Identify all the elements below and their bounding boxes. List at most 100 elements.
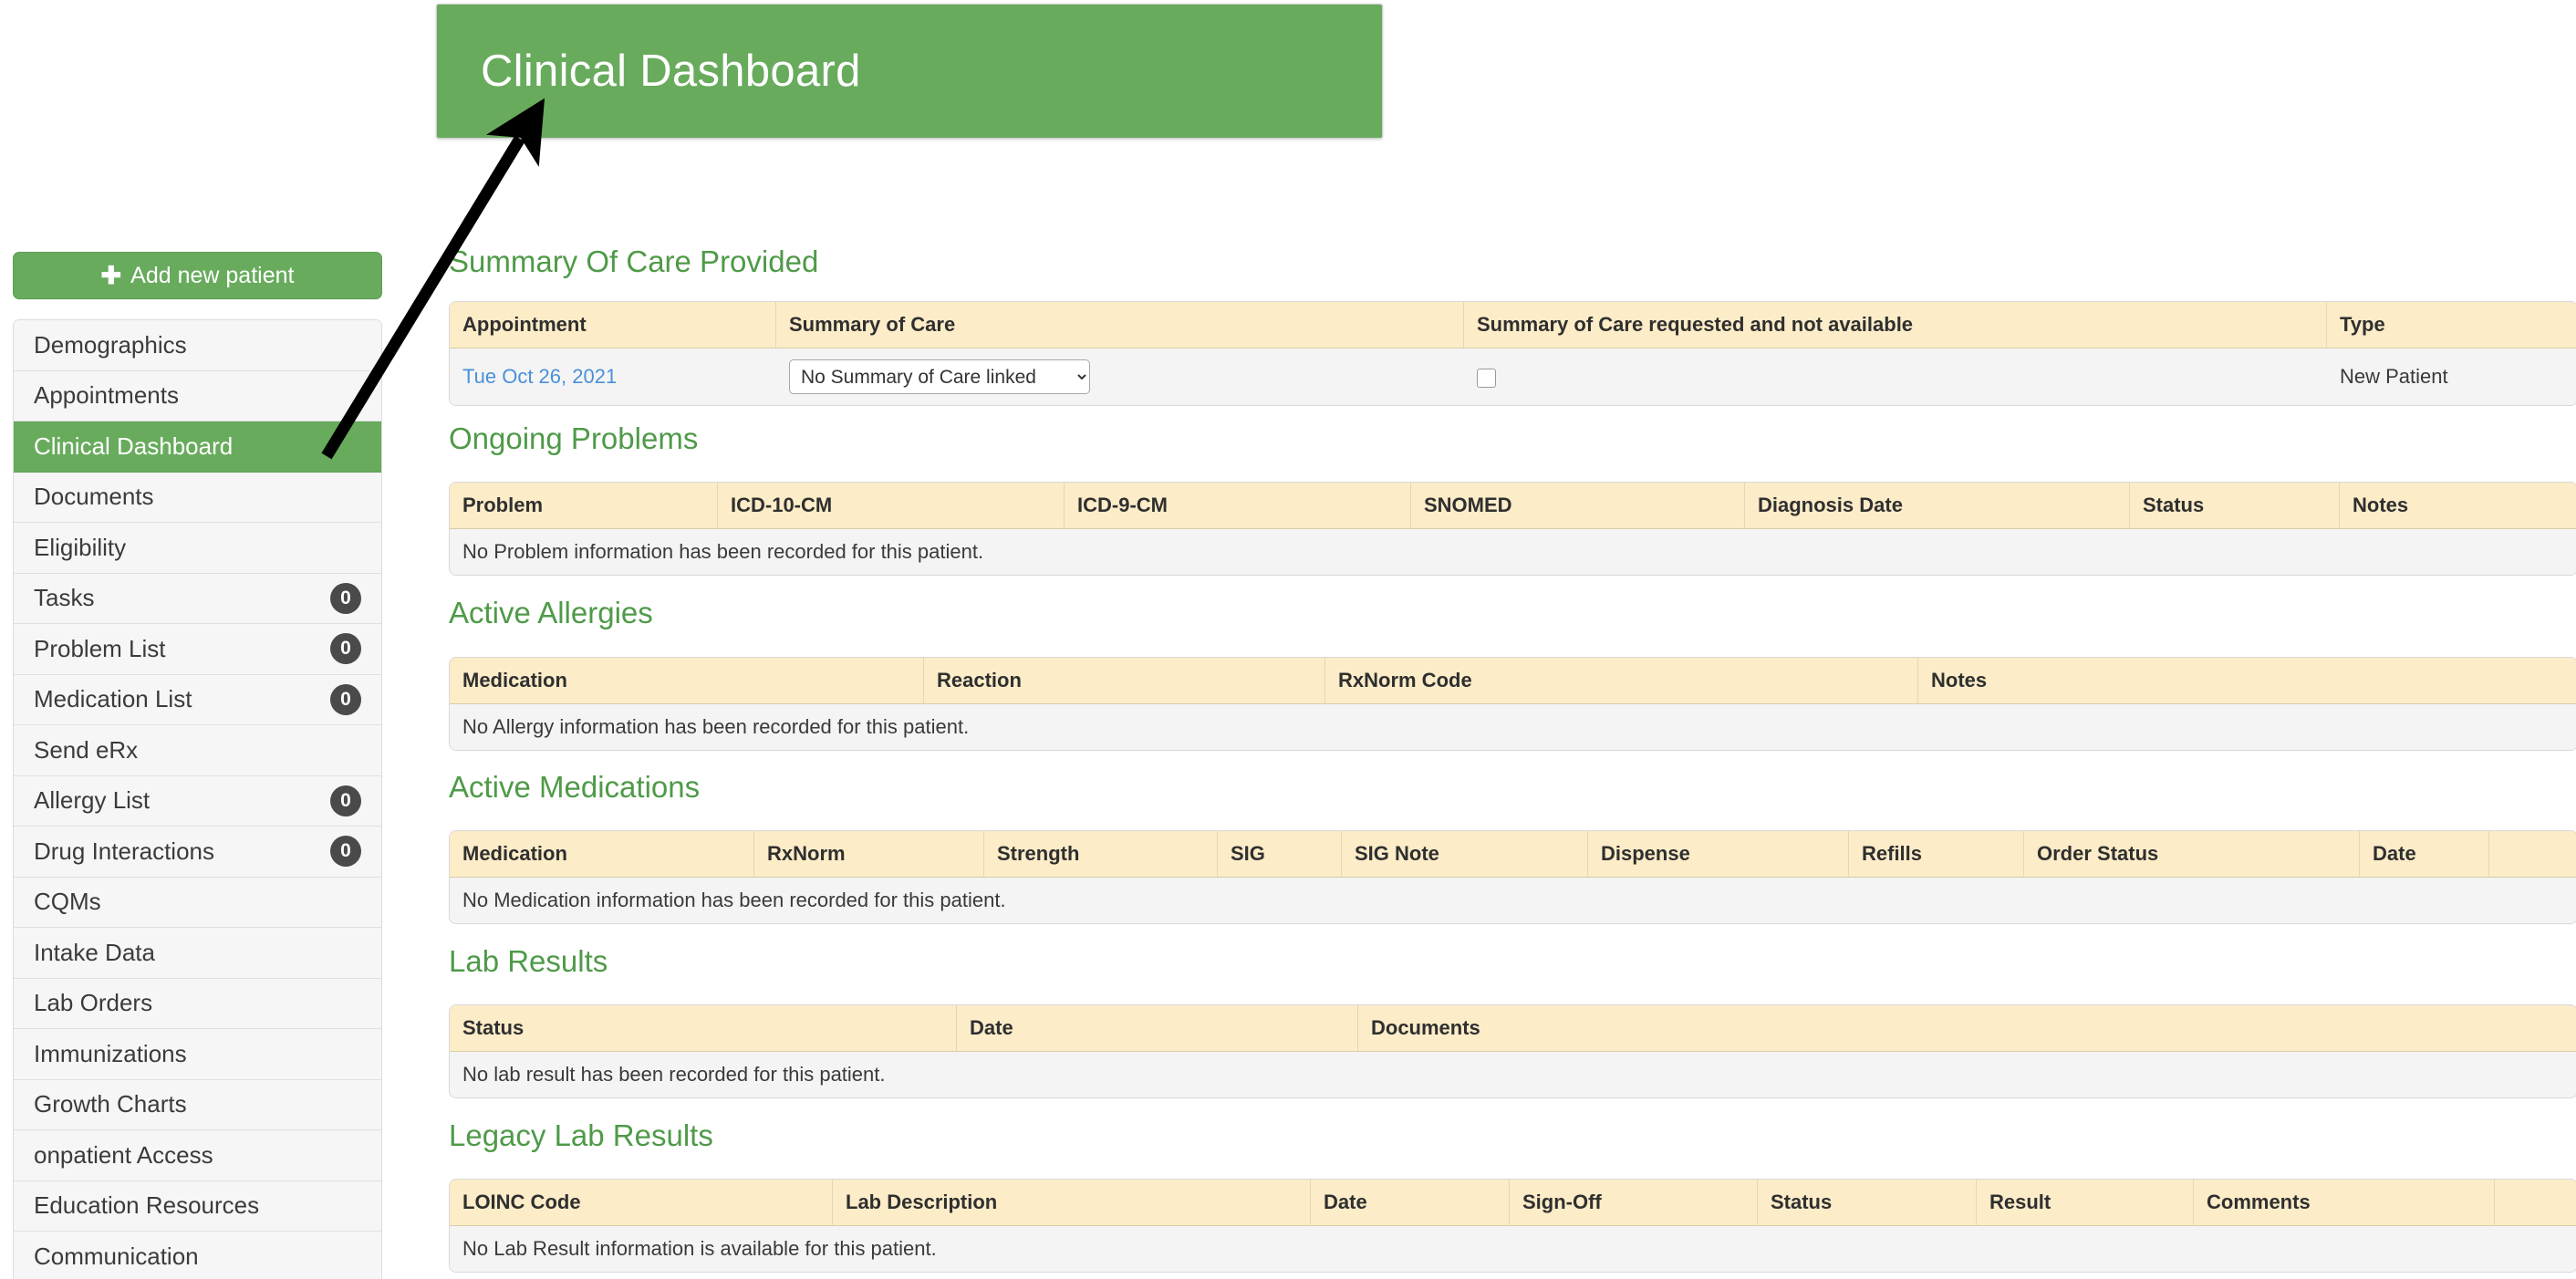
appointment-cell: Tue Oct 26, 2021 [450,348,776,405]
column-header: RxNorm [754,831,984,878]
sidebar-item-label: Appointments [34,381,179,410]
summary-of-care-requested-checkbox[interactable] [1477,368,1496,388]
column-header: Reaction [924,658,1325,704]
sidebar-item-label: CQMs [34,888,101,916]
column-header: ICD-9-CM [1065,483,1411,529]
section-ongoing-problems: Ongoing Problems [449,421,2576,456]
sidebar-item-label: onpatient Access [34,1140,213,1169]
table-empty-row: No Problem information has been recorded… [450,529,2576,575]
sidebar-item-label: Send eRx [34,735,139,764]
column-header: Status [450,1005,957,1052]
sidebar-item-eligibility[interactable]: Eligibility [14,523,381,574]
column-header: RxNorm Code [1325,658,1918,704]
sidebar-item-demographics[interactable]: Demographics [14,320,381,371]
ongoing-problems-table: Problem ICD-10-CM ICD-9-CM SNOMED Diagno… [449,482,2576,576]
section-summary-of-care: Summary Of Care Provided [449,244,2576,279]
legacy-lab-results-table: LOINC Code Lab Description Date Sign-Off… [449,1179,2576,1273]
sidebar-item-label: Allergy List [34,786,151,815]
active-medications-table: Medication RxNorm Strength SIG SIG Note … [449,830,2576,924]
empty-message: No Medication information has been recor… [450,878,2576,923]
sidebar-item-label: Lab Orders [34,989,153,1017]
add-new-patient-button[interactable]: ✚ Add new patient [13,252,382,299]
empty-message: No Lab Result information is available f… [450,1226,2576,1272]
callout-banner-title: Clinical Dashboard [481,47,861,96]
column-header: Diagnosis Date [1745,483,2130,529]
column-header: SIG Note [1342,831,1588,878]
sidebar-nav-list: Demographics Appointments Clinical Dashboa… [13,319,382,1279]
table-empty-row: No Allergy information has been recorded… [450,704,2576,750]
column-header: Documents [1358,1005,2576,1052]
column-header: Refills [1849,831,2024,878]
clinical-dashboard-main: Summary Of Care Provided Appointment Sum… [449,0,2576,1279]
sidebar-item-clinical-dashboard[interactable]: Clinical Dashboard [14,421,381,473]
sidebar-item-education-resources[interactable]: Education Resources [14,1180,381,1232]
add-new-patient-label: Add new patient [130,262,295,288]
sidebar-item-growth-charts[interactable]: Growth Charts [14,1079,381,1130]
column-header: Medication [450,831,754,878]
appointment-date-link[interactable]: Tue Oct 26, 2021 [462,365,617,388]
table-empty-row: No lab result has been recorded for this… [450,1052,2576,1097]
section-active-medications: Active Medications [449,770,2576,805]
legacy-lab-results-table-wrap: LOINC Code Lab Description Date Sign-Off… [449,1179,2576,1273]
sidebar-item-communication[interactable]: Communication [14,1232,381,1279]
active-allergies-table: Medication Reaction RxNorm Code Notes No… [449,657,2576,751]
table-header-row: Medication Reaction RxNorm Code Notes [450,658,2576,704]
sidebar-item-badge: 0 [330,836,361,868]
legacy-lab-results-title: Legacy Lab Results [449,1118,713,1152]
column-header: Notes [2340,483,2576,529]
column-header: Summary of Care requested and not availa… [1464,302,2327,348]
table-header-row: Medication RxNorm Strength SIG SIG Note … [450,831,2576,878]
sidebar-item-badge: 0 [330,683,361,715]
sidebar-item-cqms[interactable]: CQMs [14,877,381,928]
summary-of-care-select[interactable]: No Summary of Care linked [789,359,1090,394]
sidebar-item-intake-data[interactable]: Intake Data [14,928,381,979]
table-row: Tue Oct 26, 2021 No Summary of Care link… [450,348,2576,405]
column-header: Summary of Care [776,302,1464,348]
active-allergies-title: Active Allergies [449,596,653,629]
summary-of-care-table-wrap: Appointment Summary of Care Summary of C… [449,301,2576,406]
callout-banner: Clinical Dashboard [436,4,1383,139]
column-header: Lab Description [833,1180,1311,1226]
sidebar-item-send-erx[interactable]: Send eRx [14,725,381,776]
sidebar-item-drug-interactions[interactable]: Drug Interactions 0 [14,827,381,878]
column-header: ICD-10-CM [718,483,1065,529]
sidebar-item-tasks[interactable]: Tasks 0 [14,573,381,624]
sidebar-item-label: Clinical Dashboard [34,432,234,460]
sidebar-item-documents[interactable]: Documents [14,472,381,523]
empty-message: No Problem information has been recorded… [450,529,2576,575]
sidebar-item-badge: 0 [330,785,361,816]
sidebar-item-label: Eligibility [34,533,127,561]
sidebar-item-immunizations[interactable]: Immunizations [14,1029,381,1080]
table-header-row: Status Date Documents [450,1005,2576,1052]
sidebar-item-lab-orders[interactable]: Lab Orders [14,978,381,1029]
empty-message: No Allergy information has been recorded… [450,704,2576,750]
lab-results-title: Lab Results [449,944,608,978]
column-header: Notes [1918,658,2576,704]
sidebar-item-problem-list[interactable]: Problem List 0 [14,624,381,675]
column-header: Date [2360,831,2489,878]
app-root: ✚ Add new patient Demographics Appointmen… [0,0,2576,1279]
active-allergies-table-wrap: Medication Reaction RxNorm Code Notes No… [449,657,2576,751]
table-header-row: LOINC Code Lab Description Date Sign-Off… [450,1180,2576,1226]
column-header: Status [2130,483,2340,529]
sidebar-item-label: Medication List [34,685,192,713]
sidebar-item-medication-list[interactable]: Medication List 0 [14,674,381,725]
empty-message: No lab result has been recorded for this… [450,1052,2576,1097]
column-header: Date [957,1005,1358,1052]
table-header-row: Problem ICD-10-CM ICD-9-CM SNOMED Diagno… [450,483,2576,529]
section-legacy-lab-results: Legacy Lab Results [449,1118,2576,1153]
sidebar-item-onpatient-access[interactable]: onpatient Access [14,1130,381,1181]
sidebar-item-label: Communication [34,1243,199,1271]
ongoing-problems-table-wrap: Problem ICD-10-CM ICD-9-CM SNOMED Diagno… [449,482,2576,576]
plus-icon: ✚ [100,261,122,289]
lab-results-table-wrap: Status Date Documents No lab result has … [449,1004,2576,1098]
section-active-allergies: Active Allergies [449,596,2576,630]
sidebar-item-appointments[interactable]: Appointments [14,370,381,421]
column-header: Result [1977,1180,2194,1226]
ongoing-problems-title: Ongoing Problems [449,421,699,455]
summary-of-care-table: Appointment Summary of Care Summary of C… [449,301,2576,406]
column-header: Sign-Off [1510,1180,1758,1226]
column-header: Type [2327,302,2576,348]
sidebar-item-allergy-list[interactable]: Allergy List 0 [14,775,381,827]
sidebar-item-label: Growth Charts [34,1090,187,1118]
